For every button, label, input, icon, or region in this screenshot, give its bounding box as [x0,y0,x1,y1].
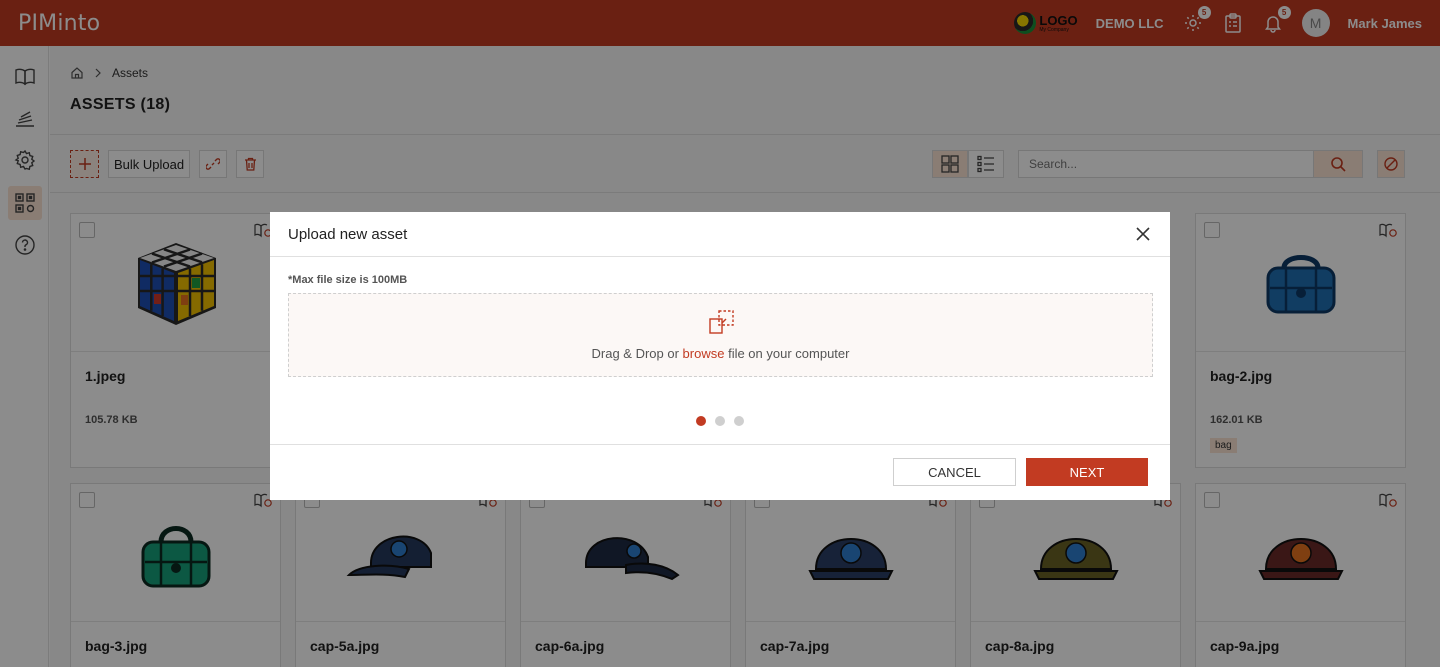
dropzone-text-after: file on your computer [724,346,850,361]
upload-copy-icon [709,310,734,334]
modal-title: Upload new asset [288,225,408,243]
dropzone-text: Drag & Drop or browse file on your compu… [289,346,1152,361]
close-button[interactable] [1134,225,1152,243]
step-dot [696,416,706,426]
file-dropzone[interactable]: Drag & Drop or browse file on your compu… [288,293,1153,377]
step-dot [734,416,744,426]
modal-header: Upload new asset [270,212,1170,257]
dropzone-text-before: Drag & Drop or [591,346,683,361]
step-indicator [696,416,744,426]
cancel-button[interactable]: CANCEL [893,458,1016,486]
divider [270,444,1170,445]
close-icon [1136,227,1150,241]
upload-asset-modal: Upload new asset *Max file size is 100MB… [270,212,1170,500]
browse-link[interactable]: browse [683,346,725,361]
max-file-size-note: *Max file size is 100MB [288,274,408,286]
next-button[interactable]: NEXT [1026,458,1148,486]
step-dot [715,416,725,426]
